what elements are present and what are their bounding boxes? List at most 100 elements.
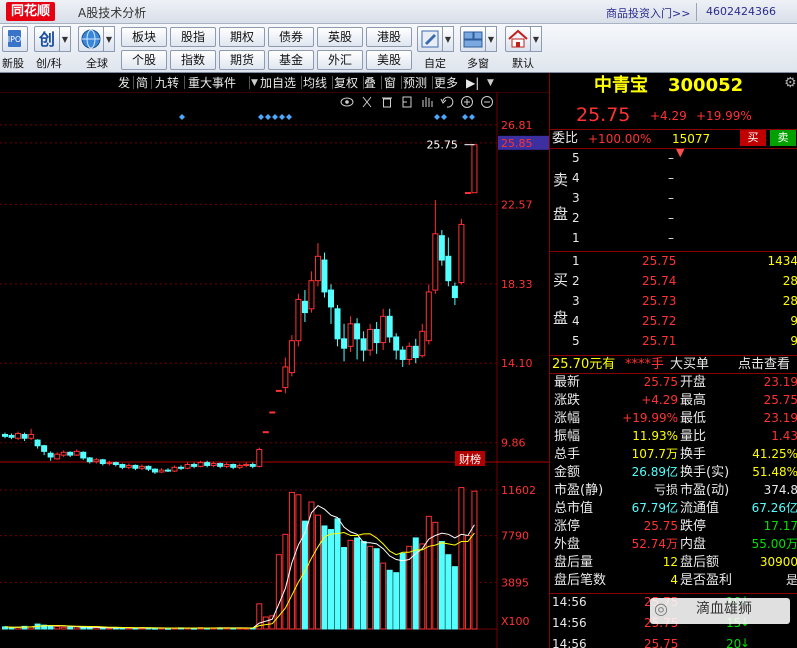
candle-body (132, 464, 139, 469)
chartbar-item-9[interactable]: 预测 (403, 75, 427, 91)
event-dropdown-icon[interactable]: ▼ (251, 75, 258, 91)
bid-volume: 28 (782, 294, 797, 308)
candle (275, 389, 282, 392)
chartbar-item-5[interactable]: 均线 (303, 75, 327, 91)
candle-body (145, 465, 152, 470)
candle-body (138, 465, 145, 469)
home-button[interactable] (505, 26, 531, 52)
candle (471, 144, 478, 194)
bid-level: 5 (572, 334, 580, 348)
multi-window-icon (463, 31, 483, 48)
custom-dropdown[interactable]: ▼ (442, 26, 454, 52)
candle-body (275, 389, 282, 392)
svg-text:创: 创 (38, 30, 55, 49)
market-button-3[interactable]: 债券 (268, 27, 314, 47)
chartbar-separator (184, 76, 185, 89)
volume-bar (393, 572, 400, 630)
ask-level: 5 (572, 151, 580, 165)
volume-tick-label: 7790 (501, 530, 529, 543)
price-tick-label: 18.33 (501, 278, 533, 291)
candle-body (165, 469, 171, 472)
market-button-2[interactable]: 期权 (219, 27, 265, 47)
multi-window-button[interactable] (460, 26, 486, 52)
window-title: A股技术分析 (78, 6, 147, 20)
candle-body (191, 463, 198, 467)
more-dropdown-icon[interactable]: ▼ (487, 75, 494, 91)
divider (550, 593, 797, 594)
candle-body (295, 298, 302, 342)
custom-label: 自定 (424, 57, 446, 70)
settings-icon[interactable]: ⚙ (784, 76, 797, 91)
stat-value: 1.43 (771, 429, 797, 443)
price-tick-label: 22.57 (501, 198, 533, 211)
quote-panel: 中青宝 300052 ⚙ 25.75 +4.29 +19.99% 委比 +100.00% 150… (549, 73, 797, 648)
bid-price: 25.74 (642, 274, 677, 288)
multi-window-dropdown[interactable]: ▼ (485, 26, 497, 52)
global-dropdown[interactable]: ▼ (103, 26, 115, 52)
candle-body (432, 233, 439, 291)
sell-button[interactable]: 卖 (770, 130, 796, 146)
candle-body (125, 464, 132, 468)
stat-value: 11.93% (632, 429, 678, 443)
candle-body (15, 433, 22, 439)
chartbar-item-7[interactable]: 叠 (364, 75, 376, 91)
candle-body (93, 459, 100, 463)
market-button-4[interactable]: 英股 (317, 27, 363, 47)
promo-link[interactable]: 商品投资入门>> (606, 5, 690, 21)
chartbar-item-6[interactable]: 复权 (334, 75, 358, 91)
market-button-9[interactable]: 基金 (268, 50, 314, 70)
chartbar-item-10[interactable]: 更多 (434, 75, 458, 91)
buy-side-label: 盘 (553, 309, 569, 327)
bid-price: 25.71 (642, 334, 677, 348)
chartbar-separator (301, 76, 302, 89)
volume-bar (67, 626, 74, 630)
market-button-5[interactable]: 港股 (366, 27, 412, 47)
market-button-0[interactable]: 板块 (121, 27, 167, 47)
expand-chevron-icon[interactable]: ▼ (676, 145, 684, 160)
chartbar-item-0[interactable]: 发 (118, 75, 130, 91)
stat-value: 25.75 (763, 393, 797, 407)
market-button-11[interactable]: 美股 (366, 50, 412, 70)
chartbar-item-4[interactable]: 加自选 (260, 75, 296, 91)
chuang-dropdown[interactable]: ▼ (59, 26, 71, 52)
chartbar-item-2[interactable]: 九转 (155, 75, 179, 91)
custom-button[interactable] (417, 26, 443, 52)
market-button-10[interactable]: 外汇 (317, 50, 363, 70)
candle-body (256, 448, 263, 467)
market-button-7[interactable]: 指数 (170, 50, 216, 70)
chuang-button[interactable]: 创 (34, 26, 60, 52)
candle (458, 218, 465, 285)
candle-body (21, 433, 28, 439)
market-button-1[interactable]: 股指 (170, 27, 216, 47)
candle-body (217, 463, 224, 467)
bid-volume: 1434 (767, 254, 797, 268)
weibi-value: +100.00% (588, 132, 652, 146)
volume-bar (419, 543, 426, 630)
divider (550, 251, 797, 252)
candle-body (386, 315, 393, 338)
divider (550, 148, 797, 149)
chartbar-item-8[interactable]: 窗 (384, 75, 396, 91)
market-button-8[interactable]: 期货 (219, 50, 265, 70)
global-button[interactable] (78, 26, 104, 52)
stat-label: 涨跌 (554, 393, 581, 408)
candle-body (210, 463, 217, 466)
candle-body (412, 345, 419, 359)
chartbar-item-1[interactable]: 简 (136, 75, 148, 91)
stat-label: 总市值 (554, 501, 594, 516)
collapse-panel-icon[interactable]: ▶| (466, 75, 484, 91)
stat-label: 振幅 (554, 429, 581, 444)
kline-chart[interactable]: 25.75 财榜 26.81 25.85 22.57 18.33 14.10 9.86 116… (0, 92, 549, 648)
chartbar-item-3[interactable]: 重大事件 (188, 75, 236, 91)
stat-label: 最低 (680, 411, 707, 426)
ipo-button[interactable]: IPO (2, 26, 28, 52)
market-button-6[interactable]: 个股 (121, 50, 167, 70)
ask-price: – (668, 191, 674, 205)
buy-button[interactable]: 买 (740, 130, 766, 146)
candle-body (393, 336, 400, 351)
ipo-icon: IPO (8, 30, 21, 47)
home-dropdown[interactable]: ▼ (530, 26, 542, 52)
big-order-link[interactable]: 点击查看 (738, 357, 790, 372)
price-tick-label: 14.10 (501, 357, 533, 370)
volume-bar (451, 566, 458, 630)
